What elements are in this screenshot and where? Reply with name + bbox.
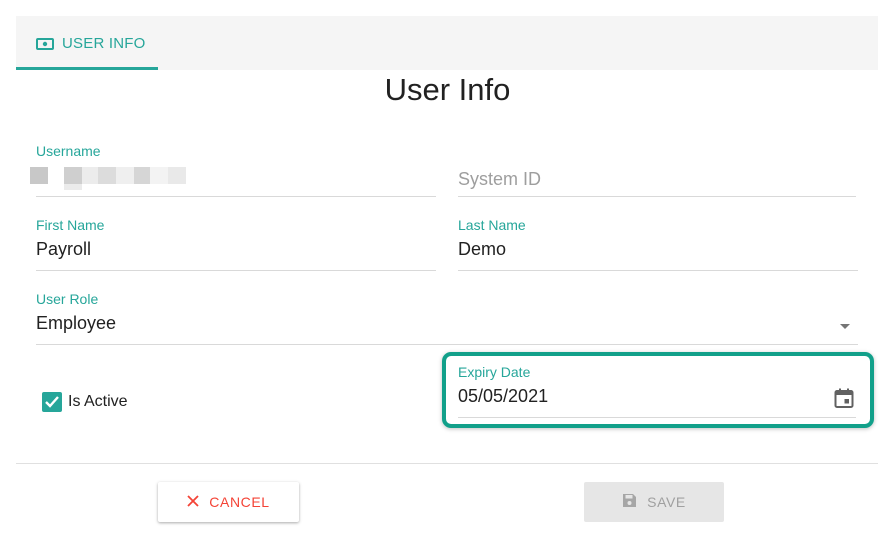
- first-name-underline: [36, 270, 436, 271]
- cancel-button[interactable]: CANCEL: [158, 482, 299, 522]
- first-name-label: First Name: [36, 217, 105, 233]
- expiry-date-value: 05/05/2021: [458, 386, 549, 406]
- first-name-value: Payroll: [36, 239, 92, 259]
- last-name-underline: [458, 270, 858, 271]
- last-name-field[interactable]: Last Name Demo: [458, 217, 858, 271]
- username-redacted-value: [30, 159, 200, 190]
- expiry-date-field[interactable]: Expiry Date 05/05/2021: [458, 364, 856, 418]
- user-role-select[interactable]: User Role Employee: [36, 291, 858, 345]
- is-active-label: Is Active: [68, 393, 128, 410]
- save-button[interactable]: SAVE: [584, 482, 724, 522]
- save-button-label: SAVE: [647, 494, 686, 510]
- system-id-underline: [458, 196, 856, 197]
- first-name-field[interactable]: First Name Payroll: [36, 217, 436, 271]
- tab-user-info[interactable]: USER INFO: [16, 16, 158, 70]
- calendar-icon[interactable]: [832, 386, 856, 410]
- system-id-field[interactable]: System ID: [458, 147, 856, 197]
- page-title: User Info: [384, 72, 511, 107]
- cancel-button-label: CANCEL: [209, 494, 270, 510]
- dropdown-arrow-icon[interactable]: [840, 324, 850, 329]
- username-field[interactable]: Username: [30, 143, 436, 197]
- money-icon: [36, 37, 54, 50]
- last-name-value: Demo: [458, 239, 507, 259]
- user-role-label: User Role: [36, 291, 99, 307]
- tab-user-info-label: USER INFO: [62, 34, 146, 52]
- expiry-date-underline: [458, 417, 856, 418]
- save-icon: [622, 493, 637, 511]
- username-label: Username: [36, 143, 101, 159]
- checkmark-icon: [45, 396, 59, 408]
- tab-indicator: [16, 67, 158, 70]
- expiry-date-label: Expiry Date: [458, 364, 531, 380]
- user-role-value: Employee: [36, 313, 117, 333]
- username-underline: [36, 196, 436, 197]
- system-id-placeholder: System ID: [458, 169, 542, 189]
- last-name-label: Last Name: [458, 217, 526, 233]
- close-icon: [187, 494, 199, 510]
- tab-bar: USER INFO: [16, 16, 878, 70]
- user-role-underline: [36, 344, 858, 345]
- footer-divider: [16, 463, 878, 464]
- is-active-checkbox[interactable]: [42, 392, 62, 412]
